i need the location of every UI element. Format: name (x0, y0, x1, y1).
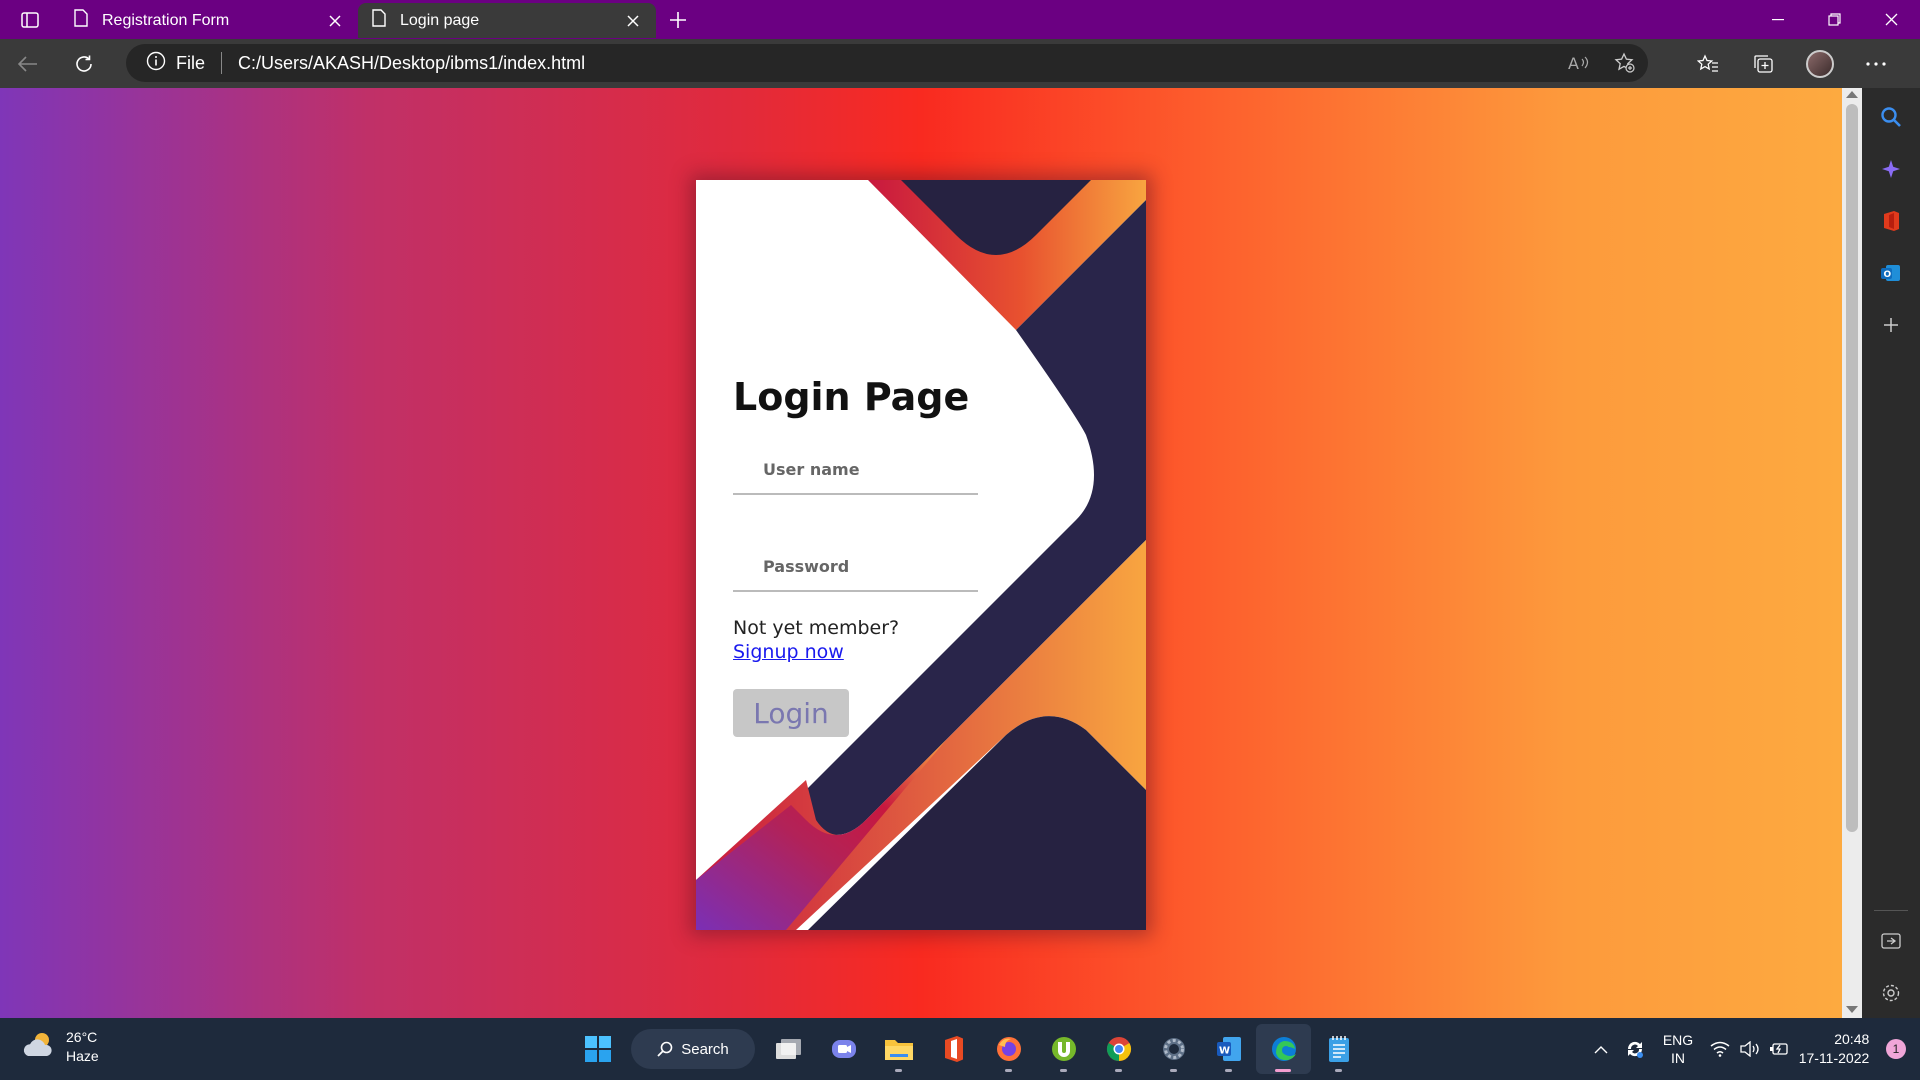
new-tab-button[interactable] (656, 0, 700, 39)
search-icon[interactable] (1876, 102, 1906, 132)
show-hidden-icons-icon[interactable] (1584, 1018, 1618, 1080)
edge-icon[interactable] (1256, 1024, 1311, 1074)
password-field[interactable] (733, 542, 978, 592)
discover-icon[interactable] (1876, 154, 1906, 184)
login-button[interactable]: Login (733, 689, 849, 737)
scroll-down-icon[interactable] (1846, 1006, 1858, 1013)
clock-time: 20:48 (1834, 1031, 1870, 1047)
volume-icon[interactable] (1736, 1018, 1764, 1080)
wifi-icon[interactable] (1704, 1018, 1736, 1080)
notification-badge[interactable]: 1 (1886, 1039, 1906, 1059)
settings-icon[interactable] (1146, 1024, 1201, 1074)
back-icon[interactable] (0, 39, 56, 88)
info-icon[interactable] (146, 51, 166, 76)
scrollbar-thumb[interactable] (1846, 104, 1858, 832)
url-text[interactable]: C:/Users/AKASH/Desktop/ibms1/index.html (238, 53, 585, 74)
username-input[interactable] (733, 445, 978, 493)
search-icon (657, 1041, 673, 1057)
office-icon[interactable] (1876, 206, 1906, 236)
clock[interactable]: 20:48 17-11-2022 (1794, 1018, 1874, 1080)
username-field[interactable] (733, 445, 978, 495)
settings-icon[interactable] (1876, 978, 1906, 1008)
tab-title: Login page (400, 11, 480, 29)
read-aloud-icon[interactable]: A (1556, 44, 1602, 82)
collections-icon[interactable] (1736, 39, 1792, 88)
page-icon (372, 9, 386, 32)
weather-temp: 26°C (66, 1029, 98, 1045)
start-icon[interactable] (570, 1024, 625, 1074)
tab-title: Registration Form (102, 11, 230, 29)
more-options-icon[interactable] (1848, 39, 1904, 88)
language-indicator[interactable]: ENG IN (1652, 1018, 1704, 1080)
page-title: Login Page (733, 375, 970, 419)
task-view-icon[interactable] (761, 1024, 816, 1074)
tab-registration-form[interactable]: Registration Form (60, 3, 358, 38)
taskbar-search[interactable]: Search (631, 1029, 755, 1069)
clock-date: 17-11-2022 (1798, 1050, 1870, 1066)
address-bar[interactable]: File C:/Users/AKASH/Desktop/ibms1/index.… (126, 44, 1648, 82)
weather-widget[interactable]: 26°C Haze (22, 1028, 99, 1066)
login-card: Login Page Not yet member? Signup now Lo… (696, 180, 1146, 930)
close-icon[interactable] (326, 12, 344, 30)
tab-actions-icon[interactable] (0, 0, 60, 39)
browser-toolbar: File C:/Users/AKASH/Desktop/ibms1/index.… (0, 39, 1920, 88)
svg-text:W: W (1219, 1046, 1230, 1057)
scroll-up-icon[interactable] (1846, 91, 1858, 98)
add-favorite-icon[interactable] (1602, 44, 1648, 82)
restore-icon[interactable] (1806, 0, 1863, 39)
title-bar: Registration Form Login page (0, 0, 1920, 39)
language-code: ENG (1662, 1032, 1694, 1048)
battery-icon[interactable] (1764, 1018, 1794, 1080)
weather-cloud-icon (22, 1030, 56, 1065)
office-icon[interactable] (926, 1024, 981, 1074)
chrome-icon[interactable] (1091, 1024, 1146, 1074)
weather-condition: Haze (66, 1048, 99, 1064)
profile-avatar[interactable] (1792, 39, 1848, 88)
search-label: Search (681, 1040, 729, 1058)
close-window-icon[interactable] (1863, 0, 1920, 39)
tab-login-page[interactable]: Login page (358, 3, 656, 38)
outlook-icon[interactable]: O (1876, 258, 1906, 288)
close-icon[interactable] (624, 12, 642, 30)
page-background: Login Page Not yet member? Signup now Lo… (0, 88, 1842, 1018)
favorites-icon[interactable] (1680, 39, 1736, 88)
password-input[interactable] (733, 542, 978, 590)
firefox-icon[interactable] (981, 1024, 1036, 1074)
notepad-icon[interactable] (1311, 1024, 1366, 1074)
signup-prompt: Not yet member? (733, 617, 900, 639)
divider (1874, 910, 1908, 911)
minimize-icon[interactable] (1749, 0, 1806, 39)
taskbar: 26°C Haze Search W ENG IN 20:48 17-11-20… (0, 1018, 1920, 1080)
sync-icon[interactable] (1618, 1018, 1652, 1080)
svg-text:A: A (1568, 54, 1579, 72)
page-icon (74, 9, 88, 32)
vertical-scrollbar[interactable] (1842, 88, 1862, 1018)
scheme-label: File (176, 52, 206, 73)
add-icon[interactable] (1876, 310, 1906, 340)
signup-link[interactable]: Signup now (733, 641, 844, 663)
word-icon[interactable]: W (1201, 1024, 1256, 1074)
divider (221, 52, 223, 74)
refresh-icon[interactable] (56, 39, 112, 88)
language-region: IN (1671, 1050, 1685, 1066)
utorrent-icon[interactable] (1036, 1024, 1091, 1074)
hide-sidebar-icon[interactable] (1876, 926, 1906, 956)
file-explorer-icon[interactable] (871, 1024, 926, 1074)
svg-text:O: O (1884, 270, 1892, 280)
teams-icon[interactable] (816, 1024, 871, 1074)
edge-sidebar: O (1862, 88, 1920, 1018)
